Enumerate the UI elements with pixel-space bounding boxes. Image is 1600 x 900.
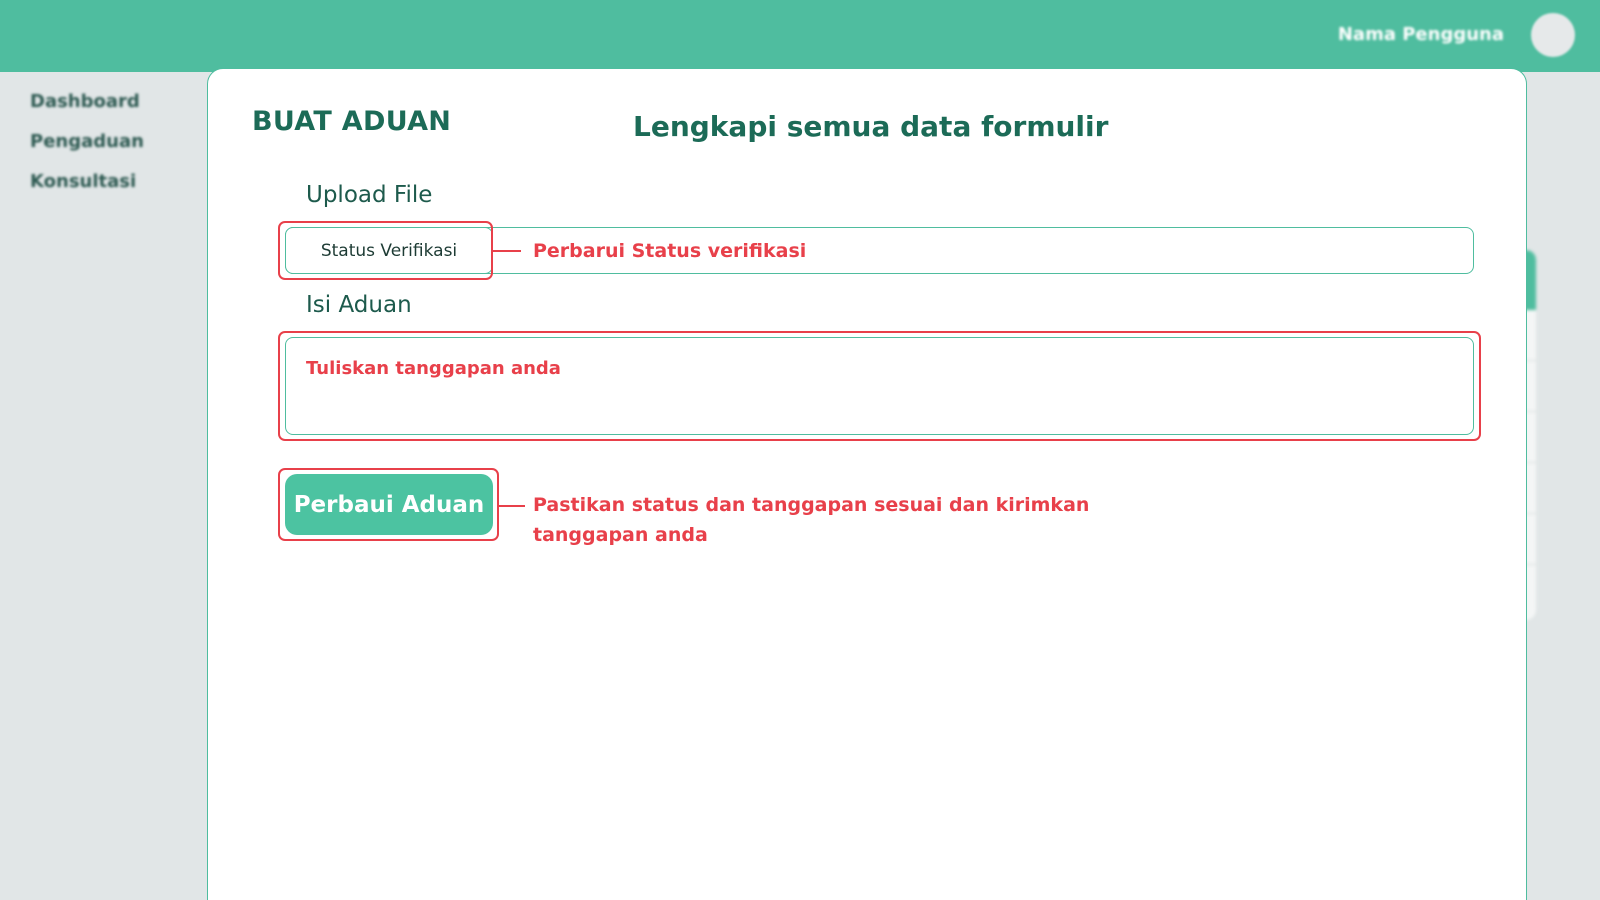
annotation-box-submit [278, 468, 499, 541]
sidebar: Dashboard Pengaduan Konsultasi [30, 90, 144, 210]
user-name[interactable]: Nama Pengguna [1338, 24, 1504, 45]
sidebar-item-konsultasi[interactable]: Konsultasi [30, 170, 144, 210]
annotation-connector-status [493, 250, 521, 252]
upload-file-label: Upload File [306, 182, 433, 208]
sidebar-item-pengaduan[interactable]: Pengaduan [30, 130, 144, 170]
annotation-connector-submit [499, 505, 525, 507]
annotation-box-textarea [278, 331, 1481, 441]
annotation-note-submit: Pastikan status dan tanggapan sesuai dan… [533, 494, 1090, 546]
avatar[interactable] [1531, 13, 1575, 57]
page-title: BUAT ADUAN [252, 106, 452, 137]
annotation-box-status [278, 221, 493, 280]
sidebar-item-dashboard[interactable]: Dashboard [30, 90, 144, 130]
top-bar: Nama Pengguna [0, 0, 1600, 72]
form-instruction: Lengkapi semua data formulir [633, 110, 1109, 143]
annotation-note-status: Perbarui Status verifikasi [533, 240, 807, 262]
complaint-content-label: Isi Aduan [306, 292, 412, 318]
